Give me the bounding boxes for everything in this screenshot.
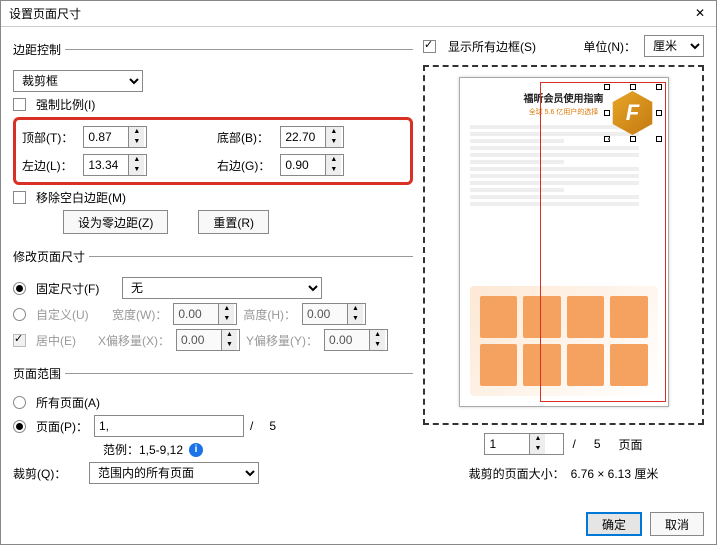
xoffset-input [177, 330, 221, 350]
show-all-borders-label: 显示所有边框(S) [448, 38, 536, 55]
crop-label: 裁剪(Q)： [13, 465, 83, 482]
unit-select[interactable]: 厘米 [644, 35, 704, 57]
logo-selection[interactable]: F [608, 88, 658, 138]
top-spinner[interactable]: ▲▼ [83, 126, 147, 148]
bottom-spinner[interactable]: ▲▼ [280, 126, 344, 148]
page-range-group: 页面范围 所有页面(A) 页面(P)： / 5 范例：1,5-9,12 i [13, 365, 413, 488]
pager: ▲▼ / 5 页面 [423, 433, 704, 455]
pager-total: 5 [594, 437, 601, 451]
page-input[interactable] [94, 415, 244, 437]
up-icon[interactable]: ▲ [530, 434, 545, 444]
dialog-footer: 确定 取消 [586, 512, 704, 536]
bottom-input[interactable] [281, 127, 325, 147]
page-label: 页面(P)： [36, 418, 88, 435]
crop-size-value: 6.76 × 6.13 厘米 [571, 465, 659, 482]
preview-area: 福昕会员使用指南 全球 5.6 亿用户的选择 [423, 65, 704, 425]
modify-size-legend: 修改页面尺寸 [13, 248, 89, 265]
preview-page[interactable]: 福昕会员使用指南 全球 5.6 亿用户的选择 [459, 77, 669, 407]
crop-select[interactable]: 范围内的所有页面 [89, 462, 259, 484]
example-label: 范例：1,5-9,12 [103, 441, 183, 458]
margin-control-legend: 边距控制 [13, 41, 65, 58]
down-icon[interactable]: ▼ [129, 137, 144, 147]
width-input [174, 304, 218, 324]
right-label: 右边(G)： [217, 157, 270, 174]
page-spinner[interactable]: ▲▼ [484, 433, 564, 455]
up-icon[interactable]: ▲ [326, 127, 341, 137]
width-label: 宽度(W)： [112, 306, 167, 323]
top-label: 顶部(T)： [22, 129, 73, 146]
height-spinner: ▲▼ [302, 303, 366, 325]
center-label: 居中(E) [36, 332, 92, 349]
page-range-legend: 页面范围 [13, 365, 65, 382]
close-icon[interactable]: ✕ [692, 6, 708, 22]
pager-sep: / [572, 437, 575, 451]
yoffset-spinner: ▲▼ [324, 329, 388, 351]
margin-values-highlight: 顶部(T)： ▲▼ 底部(B)： ▲▼ 左边(L)： [13, 117, 413, 185]
top-input[interactable] [84, 127, 128, 147]
right-spinner[interactable]: ▲▼ [280, 154, 344, 176]
up-icon[interactable]: ▲ [326, 155, 341, 165]
show-all-borders-checkbox[interactable] [423, 40, 436, 53]
fixed-size-radio[interactable] [13, 282, 26, 295]
page-total: 5 [269, 419, 276, 433]
left-label: 左边(L)： [22, 157, 73, 174]
down-icon: ▼ [219, 314, 234, 324]
page-radio[interactable] [13, 420, 26, 433]
down-icon[interactable]: ▼ [326, 165, 341, 175]
down-icon[interactable]: ▼ [326, 137, 341, 147]
down-icon[interactable]: ▼ [129, 165, 144, 175]
crop-type-select[interactable]: 裁剪框 [13, 70, 143, 92]
fixed-size-select[interactable]: 无 [122, 277, 322, 299]
width-spinner: ▲▼ [173, 303, 237, 325]
dialog-title: 设置页面尺寸 [9, 5, 81, 22]
page-sep: / [250, 419, 253, 433]
custom-size-label: 自定义(U) [36, 306, 106, 323]
fixed-size-label: 固定尺寸(F) [36, 280, 116, 297]
logo-icon: F [611, 91, 655, 135]
titlebar: 设置页面尺寸 ✕ [1, 1, 716, 27]
height-input [303, 304, 347, 324]
ok-button[interactable]: 确定 [586, 512, 642, 536]
up-icon[interactable]: ▲ [129, 127, 144, 137]
pager-unit: 页面 [619, 436, 643, 453]
left-input[interactable] [84, 155, 128, 175]
down-icon: ▼ [370, 340, 385, 350]
height-label: 高度(H)： [243, 306, 296, 323]
margin-control-group: 边距控制 裁剪框 强制比例(I) 顶部(T)： ▲▼ [13, 41, 413, 238]
xoffset-label: X偏移量(X)： [98, 332, 170, 349]
remove-blank-label: 移除空白边距(M) [36, 189, 126, 206]
down-icon: ▼ [222, 340, 237, 350]
remove-blank-checkbox[interactable] [13, 191, 26, 204]
custom-size-radio[interactable] [13, 308, 26, 321]
modify-size-group: 修改页面尺寸 固定尺寸(F) 无 自定义(U) 宽度(W)： ▲▼ [13, 248, 413, 355]
up-icon: ▲ [219, 304, 234, 314]
up-icon: ▲ [348, 304, 363, 314]
all-pages-label: 所有页面(A) [36, 394, 100, 411]
force-ratio-checkbox[interactable] [13, 98, 26, 111]
crop-size-label: 裁剪的页面大小： [469, 465, 565, 482]
info-icon[interactable]: i [189, 443, 203, 457]
bottom-label: 底部(B)： [217, 129, 270, 146]
dialog-window: 设置页面尺寸 ✕ 边距控制 裁剪框 强制比例(I) 顶部(T)： [0, 0, 717, 545]
up-icon: ▲ [370, 330, 385, 340]
down-icon[interactable]: ▼ [530, 444, 545, 454]
unit-label: 单位(N)： [583, 38, 636, 55]
force-ratio-label: 强制比例(I) [36, 96, 95, 113]
zero-margin-button[interactable]: 设为零边距(Z) [63, 210, 168, 234]
up-icon[interactable]: ▲ [129, 155, 144, 165]
up-icon: ▲ [222, 330, 237, 340]
yoffset-input [325, 330, 369, 350]
all-pages-radio[interactable] [13, 396, 26, 409]
page-spinner-input[interactable] [485, 434, 529, 454]
cancel-button[interactable]: 取消 [650, 512, 704, 536]
xoffset-spinner: ▲▼ [176, 329, 240, 351]
down-icon: ▼ [348, 314, 363, 324]
reset-button[interactable]: 重置(R) [198, 210, 269, 234]
center-checkbox [13, 334, 26, 347]
left-spinner[interactable]: ▲▼ [83, 154, 147, 176]
right-input[interactable] [281, 155, 325, 175]
yoffset-label: Y偏移量(Y)： [246, 332, 318, 349]
